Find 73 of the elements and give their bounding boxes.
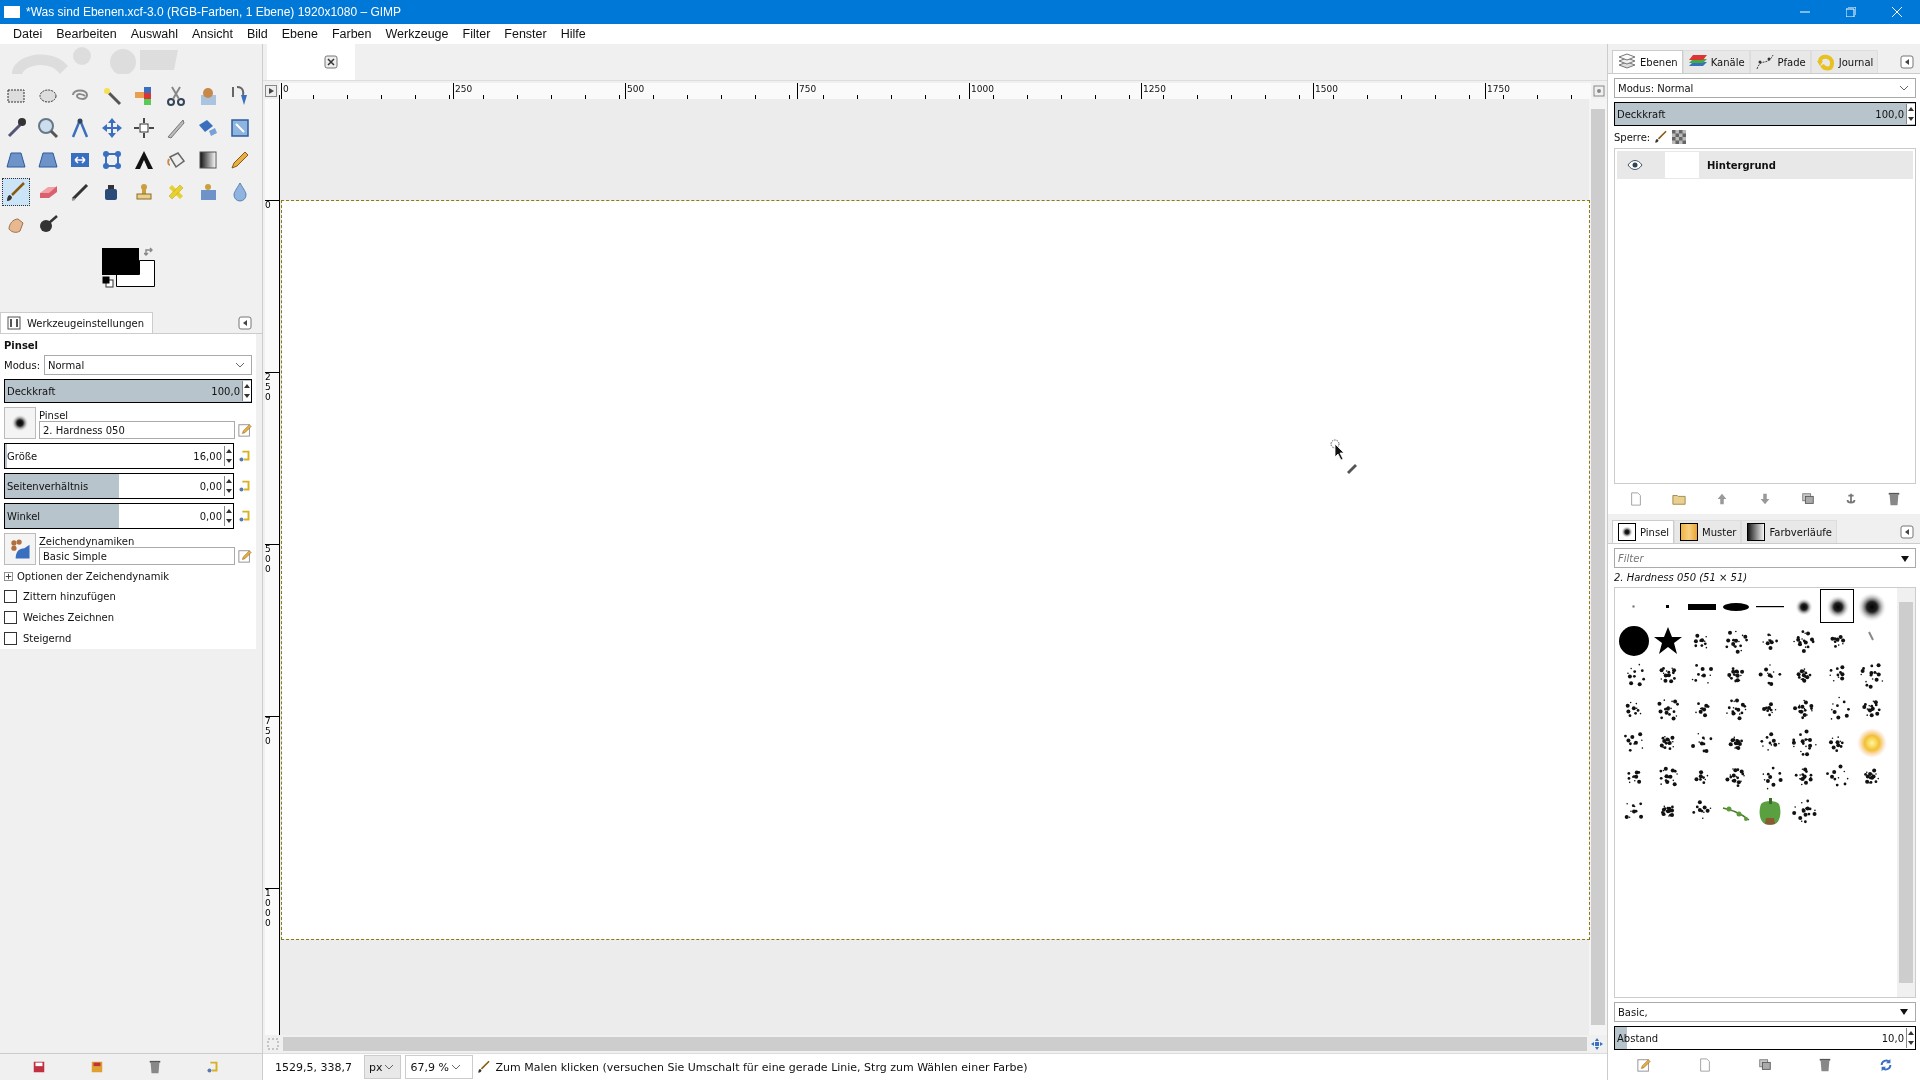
dock-tab[interactable]: Farbverläufe [1741,520,1837,543]
checkbox-label: Steigernd [23,633,72,644]
ruler-label: 750 [798,83,817,94]
slider-label: Deckkraft [1616,108,1666,120]
lock-label: Sperre: [1614,131,1651,143]
slider-value: 10,0 [1881,1032,1905,1044]
option-slider[interactable]: Seitenverhältnis 0,00 [4,473,234,499]
ruler-label: 250 [454,83,473,94]
menu-item[interactable]: Filter [455,27,498,41]
spacing-slider[interactable]: Abstand 10,0 [1614,1026,1916,1050]
slider-label: Winkel [6,510,41,522]
dock-tab[interactable]: Journal [1810,50,1879,73]
mode-dropdown[interactable]: Normal [44,355,252,375]
menu-item[interactable]: Farben [324,27,379,41]
ruler-label: 250 [265,373,272,403]
slider-label: Größe [6,450,38,462]
ruler-label: 500 [626,83,645,94]
slider-value: 0,00 [199,510,223,522]
menu-item[interactable]: Auswahl [123,27,185,41]
ruler-label: 0 [265,201,272,211]
menu-item[interactable]: Datei [6,27,50,41]
option-slider[interactable]: Größe 16,00 [4,443,234,469]
layer-name: Hintergrund [1707,159,1776,171]
ruler-label: 1000 [265,889,272,929]
ruler-label: 500 [265,545,272,575]
slider-value: 100,0 [1875,108,1905,120]
slider-value: 0,00 [199,480,223,492]
status-message: Zum Malen klicken (versuchen Sie Umschalt für eine gerade Linie, Strg zum Wählen einer Farbe) [495,1060,1028,1074]
zoom-dropdown[interactable]: 67,9 % [405,1055,474,1079]
menu-item[interactable]: Bild [239,27,275,41]
expander-label[interactable]: Optionen der Zeichendynamik [17,571,169,582]
tool-options-tab[interactable]: Werkzeugeinstellungen [0,312,154,333]
menu-item[interactable]: Ebene [274,27,325,41]
dock-tab[interactable]: Kanäle [1682,50,1750,73]
menu-item[interactable]: Fenster [497,27,554,41]
tag-field[interactable]: Basic, [1614,1002,1916,1022]
ruler-label: 1250 [1142,83,1166,94]
menu-item[interactable]: Bearbeiten [49,27,124,41]
slider-label: Abstand [1616,1032,1659,1044]
filter-field[interactable]: Filter [1614,548,1916,568]
brush-label: Pinsel [39,410,70,421]
ruler-label: 1500 [1314,83,1338,94]
layer-mode-dropdown[interactable]: Modus: Normal [1614,78,1916,98]
opacity-slider[interactable]: Deckkraft 100,0 [1614,102,1916,126]
checkbox-label: Weiches Zeichnen [23,612,115,623]
dock-tab[interactable]: Ebenen [1612,50,1683,73]
slider-value: 16,00 [193,450,223,462]
layer-row[interactable]: Hintergrund [1617,151,1913,179]
menu-item[interactable]: Hilfe [553,27,593,41]
ruler-label: 0 [282,83,289,94]
ruler-label: 1000 [970,83,994,94]
unit-dropdown[interactable]: px [364,1055,402,1079]
tool-name: Pinsel [4,340,40,351]
menu-item[interactable]: Ansicht [184,27,240,41]
dock-tab[interactable]: Pfade [1749,50,1811,73]
dock-tab[interactable]: Pinsel [1612,520,1675,543]
dock-tab[interactable]: Muster [1674,520,1742,543]
menu-item[interactable]: Werkzeuge [378,27,456,41]
ruler-label: 750 [265,717,272,747]
checkbox-label: Zittern hinzufügen [23,591,116,602]
opacity-slider[interactable]: Deckkraft 100,0 [4,379,252,403]
pointer-coordinates: 1529,5, 338,7 [274,1060,353,1074]
brush-field[interactable]: 2. Hardness 050 [39,421,235,439]
brush-name: 2. Hardness 050 (51 × 51) [1614,572,1749,583]
mode-label: Modus: [4,359,40,371]
dynamics-field[interactable]: Basic Simple [39,547,235,565]
dynamics-label: Zeichendynamiken [39,536,136,547]
option-slider[interactable]: Winkel 0,00 [4,503,234,529]
ruler-label: 1750 [1486,83,1510,94]
window-title: *Was sind Ebenen.xcf-3.0 (RGB-Farben, 1 Ebene) 1920x1080 – GIMP [26,5,402,19]
slider-value: 100,0 [211,385,241,397]
slider-label: Seitenverhältnis [6,480,89,492]
slider-label: Deckkraft [6,385,56,397]
